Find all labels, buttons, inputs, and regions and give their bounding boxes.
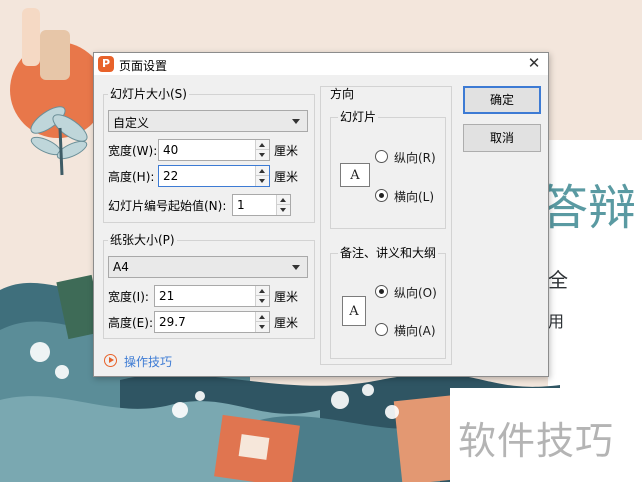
radio-circle xyxy=(375,189,388,202)
paper-width-label: 宽度(I): xyxy=(108,290,149,304)
radio-selected-dot xyxy=(379,289,384,294)
page-setup-dialog: P 页面设置 ✕ 幻灯片大小(S) 自定义 宽度(W): 40 厘米 高度(H)… xyxy=(93,52,549,377)
landscape-page-icon: A xyxy=(340,163,370,187)
increment-arrow-icon[interactable] xyxy=(277,195,290,205)
slide-size-select[interactable]: 自定义 xyxy=(108,110,308,132)
slide-portrait-label: 纵向(R) xyxy=(394,151,436,165)
slide-width-unit: 厘米 xyxy=(274,144,299,158)
paper-width-value[interactable]: 21 xyxy=(159,289,229,303)
paper-width-unit: 厘米 xyxy=(274,290,299,304)
slide-height-stepper[interactable]: 22 xyxy=(158,165,270,187)
chevron-down-icon xyxy=(292,265,300,270)
increment-arrow-icon[interactable] xyxy=(256,140,269,150)
paper-height-unit: 厘米 xyxy=(274,316,299,330)
decrement-arrow-icon[interactable] xyxy=(256,322,269,332)
watermark: 软件技巧 xyxy=(450,388,642,482)
decrement-arrow-icon[interactable] xyxy=(256,176,269,186)
slide-height-value[interactable]: 22 xyxy=(163,169,233,183)
stepper-buttons xyxy=(255,166,269,186)
stepper-buttons xyxy=(276,195,290,215)
dialog-title: 页面设置 xyxy=(119,59,168,73)
paper-size-group-label: 纸张大小(P) xyxy=(108,233,177,247)
paper-height-stepper[interactable]: 29.7 xyxy=(154,311,270,333)
slide-width-value[interactable]: 40 xyxy=(163,143,233,157)
slide-orientation-group-label: 幻灯片 xyxy=(338,110,379,124)
slide-start-number-label: 幻灯片编号起始值(N): xyxy=(108,199,227,213)
radio-selected-dot xyxy=(379,193,384,198)
increment-arrow-icon[interactable] xyxy=(256,286,269,296)
chevron-down-icon xyxy=(292,119,300,124)
paper-size-selected: A4 xyxy=(113,260,129,274)
slide-start-number-stepper[interactable]: 1 xyxy=(232,194,291,216)
radio-circle xyxy=(375,285,388,298)
portrait-page-icon: A xyxy=(342,296,366,326)
notes-portrait-label: 纵向(O) xyxy=(394,286,437,300)
slide-width-stepper[interactable]: 40 xyxy=(158,139,270,161)
slide-width-label: 宽度(W): xyxy=(108,144,158,158)
cancel-button[interactable]: 取消 xyxy=(463,124,541,152)
increment-arrow-icon[interactable] xyxy=(256,312,269,322)
ok-button[interactable]: 确定 xyxy=(463,86,541,114)
slide-size-group-label: 幻灯片大小(S) xyxy=(108,87,189,101)
slide-start-number-value[interactable]: 1 xyxy=(237,198,267,212)
notes-orientation-group-label: 备注、讲义和大纲 xyxy=(338,246,439,260)
tips-link-label: 操作技巧 xyxy=(124,355,173,369)
slide-subtitle-fragment-2: 用 xyxy=(548,312,565,331)
stepper-buttons xyxy=(255,286,269,306)
stepper-buttons xyxy=(255,140,269,160)
decrement-arrow-icon[interactable] xyxy=(277,205,290,215)
close-button[interactable]: ✕ xyxy=(524,54,544,74)
slide-height-label: 高度(H): xyxy=(108,170,155,184)
dialog-titlebar[interactable]: P 页面设置 ✕ xyxy=(94,53,548,75)
increment-arrow-icon[interactable] xyxy=(256,166,269,176)
slide-subtitle-fragment: 全 xyxy=(548,268,568,292)
play-icon xyxy=(104,354,117,367)
wps-presentation-icon: P xyxy=(98,56,114,72)
slide-size-selected: 自定义 xyxy=(113,116,150,130)
paper-size-select[interactable]: A4 xyxy=(108,256,308,278)
slide-landscape-label: 横向(L) xyxy=(394,190,435,204)
notes-landscape-label: 横向(A) xyxy=(394,324,436,338)
paper-height-label: 高度(E): xyxy=(108,316,153,330)
decrement-arrow-icon[interactable] xyxy=(256,150,269,160)
decrement-arrow-icon[interactable] xyxy=(256,296,269,306)
orientation-section-label: 方向 xyxy=(330,87,355,101)
slide-title-fragment: 答辩 xyxy=(540,180,637,236)
paper-height-value[interactable]: 29.7 xyxy=(159,315,229,329)
stepper-buttons xyxy=(255,312,269,332)
radio-circle xyxy=(375,150,388,163)
paper-width-stepper[interactable]: 21 xyxy=(154,285,270,307)
watermark-text: 软件技巧 xyxy=(458,419,615,463)
radio-circle xyxy=(375,323,388,336)
slide-height-unit: 厘米 xyxy=(274,170,299,184)
